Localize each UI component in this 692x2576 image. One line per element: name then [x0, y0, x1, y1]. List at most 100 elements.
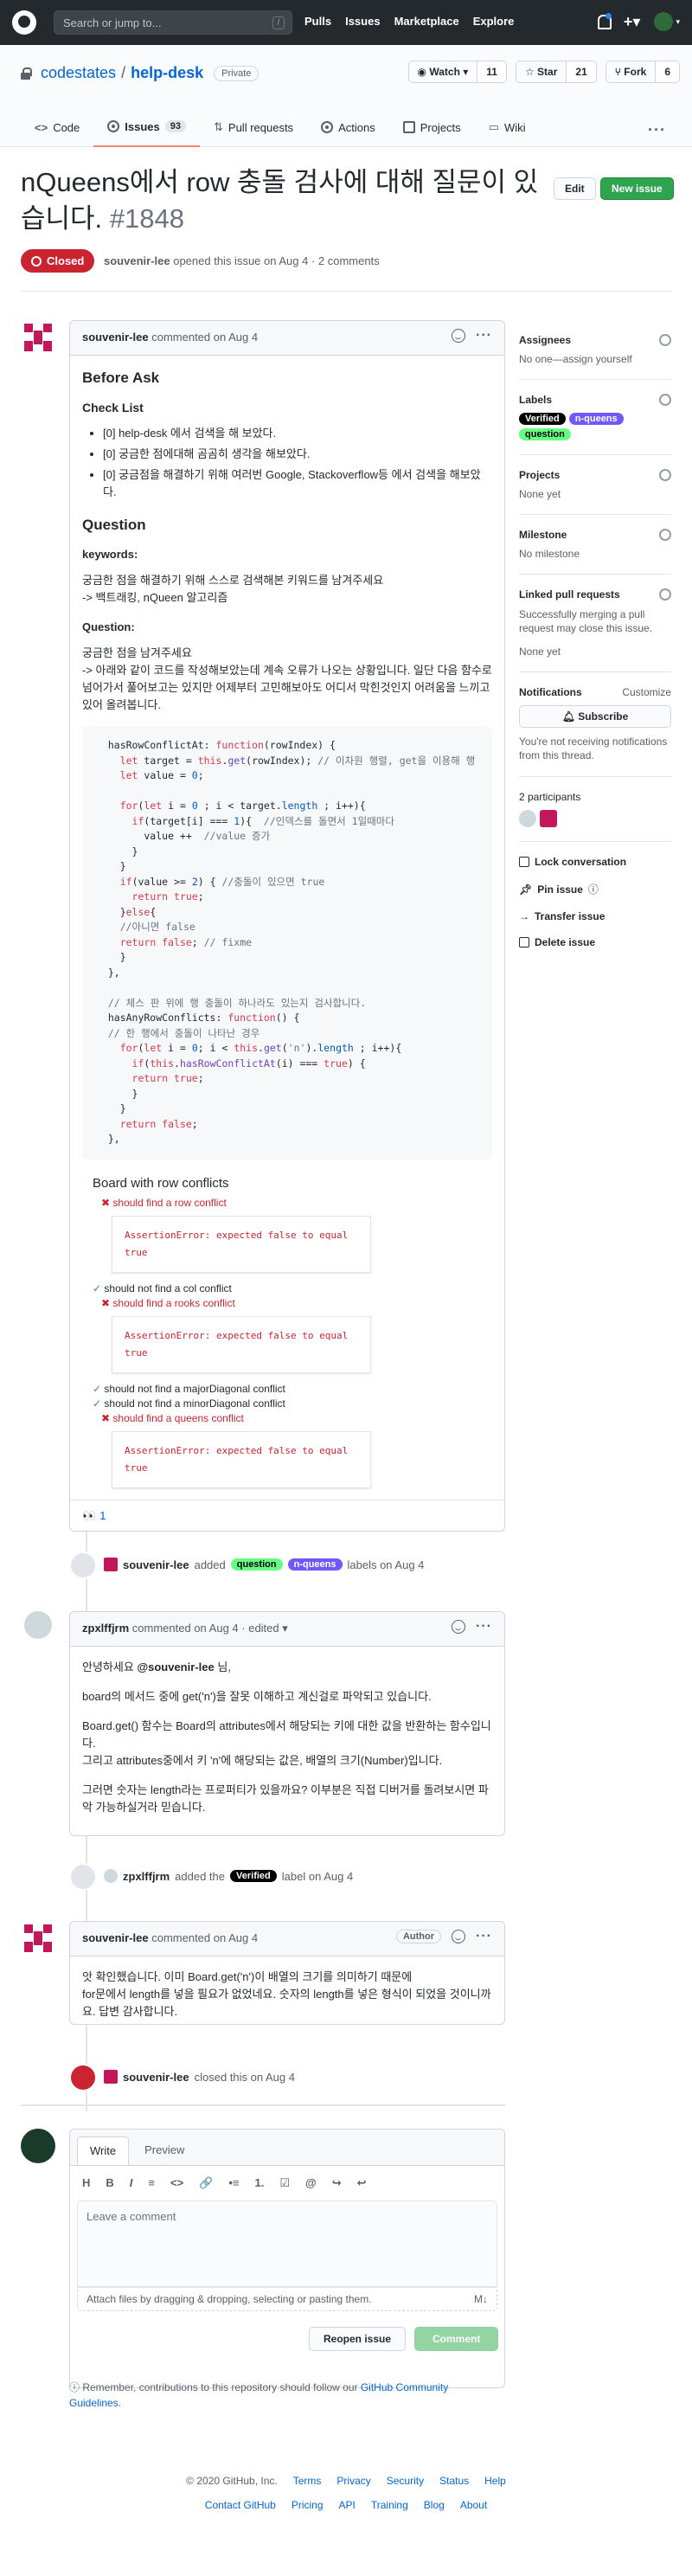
label-verified[interactable]: Verified [230, 1870, 277, 1882]
attach-files-area[interactable]: Attach files by dragging & dropping, sel… [77, 2287, 497, 2311]
event-actor[interactable]: souvenir-lee [123, 2071, 189, 2084]
comment-time[interactable]: commented on Aug 4 [151, 331, 258, 344]
label-n-queens[interactable]: n-queens [568, 413, 624, 425]
reaction-count[interactable]: 1 [99, 1509, 106, 1522]
footer-link-security[interactable]: Security [387, 2475, 424, 2487]
nav-marketplace[interactable]: Marketplace [394, 15, 459, 28]
quote-icon[interactable]: ≡ [148, 2176, 155, 2190]
milestone-heading[interactable]: Milestone [519, 529, 567, 541]
fork-button[interactable]: ⑂ Fork 6 [605, 61, 680, 83]
footer-link-api[interactable]: API [339, 2499, 356, 2511]
footer-link-help[interactable]: Help [484, 2475, 506, 2487]
watch-button[interactable]: ◉ Watch ▾ 11 [407, 61, 507, 83]
bold-icon[interactable]: B [106, 2176, 113, 2190]
avatar[interactable] [24, 1611, 52, 1639]
mention-icon[interactable]: @ [305, 2176, 317, 2190]
numbered-list-icon[interactable]: 1. [255, 2176, 265, 2190]
tab-projects[interactable]: Projects [389, 109, 475, 147]
tab-actions[interactable]: Actions [307, 109, 389, 147]
label-n-queens[interactable]: n-queens [287, 1558, 343, 1571]
heading-icon[interactable]: H [82, 2176, 90, 2190]
comment-button[interactable]: Comment [414, 2327, 499, 2351]
task-list-icon[interactable]: ☑ [279, 2176, 290, 2190]
gear-icon[interactable] [659, 588, 671, 601]
github-logo-icon[interactable] [12, 10, 36, 35]
comment-author[interactable]: zpxlffjrm [82, 1622, 129, 1635]
avatar[interactable] [21, 2129, 55, 2163]
comment-menu-icon[interactable]: ··· [476, 1620, 492, 1634]
labels-heading[interactable]: Labels [519, 394, 552, 406]
more-menu-icon[interactable]: ··· [648, 121, 666, 139]
footer-link-training[interactable]: Training [371, 2499, 408, 2511]
cross-reference-icon[interactable]: ↪ [332, 2176, 342, 2190]
footer-link-privacy[interactable]: Privacy [336, 2475, 370, 2487]
create-new-icon[interactable]: +▾ [624, 13, 641, 31]
gear-icon[interactable] [659, 469, 671, 481]
comment-textarea[interactable]: Leave a comment [77, 2200, 497, 2287]
eyes-icon[interactable]: 👀 [82, 1509, 96, 1523]
tab-wiki[interactable]: ▭ Wiki [475, 109, 540, 147]
event-actor[interactable]: zpxlffjrm [123, 1870, 170, 1883]
avatar[interactable] [104, 1869, 118, 1883]
reply-icon[interactable]: ↩ [357, 2176, 367, 2190]
tab-code[interactable]: <> Code [21, 109, 93, 147]
repo-name-link[interactable]: help-desk [131, 64, 203, 82]
comment-menu-icon[interactable]: ··· [476, 1930, 492, 1943]
comment-author[interactable]: souvenir-lee [82, 1931, 149, 1944]
footer-link-blog[interactable]: Blog [424, 2499, 445, 2511]
edit-title-button[interactable]: Edit [554, 177, 596, 200]
event-actor[interactable]: souvenir-lee [123, 1558, 189, 1571]
add-reaction-icon[interactable] [452, 1930, 466, 1943]
gear-icon[interactable] [659, 394, 671, 406]
link-icon[interactable]: 🔗 [199, 2176, 213, 2190]
participant-avatar[interactable] [540, 810, 557, 827]
comment-menu-icon[interactable]: ··· [476, 329, 492, 343]
watch-count[interactable]: 11 [477, 61, 506, 82]
footer-link-status[interactable]: Status [439, 2475, 469, 2487]
user-mention[interactable]: @souvenir-lee [137, 1661, 214, 1673]
reopen-issue-button[interactable]: Reopen issue [309, 2327, 407, 2351]
assignees-heading[interactable]: Assignees [519, 334, 571, 346]
new-issue-button[interactable]: New issue [600, 177, 674, 200]
italic-icon[interactable]: I [130, 2176, 133, 2190]
participant-avatar[interactable] [519, 810, 536, 827]
fork-count[interactable]: 6 [656, 61, 679, 82]
gear-icon[interactable] [659, 334, 671, 346]
transfer-issue-action[interactable]: → Transfer issue [519, 910, 671, 922]
footer-link-terms[interactable]: Terms [293, 2475, 322, 2487]
nav-issues[interactable]: Issues [345, 15, 380, 28]
footer-link-pricing[interactable]: Pricing [292, 2499, 324, 2511]
linked-prs-heading[interactable]: Linked pull requests [519, 588, 620, 601]
delete-issue-action[interactable]: Delete issue [519, 936, 671, 948]
add-reaction-icon[interactable] [452, 329, 466, 343]
repo-owner-link[interactable]: codestates [41, 64, 116, 82]
issue-author-link[interactable]: souvenir-lee [104, 254, 170, 267]
footer-link-contact[interactable]: Contact GitHub [205, 2499, 276, 2511]
pin-issue-action[interactable]: 📌︎ Pin issue ⓘ [519, 882, 671, 896]
bullet-list-icon[interactable]: •≡ [228, 2176, 239, 2190]
comment-time[interactable]: commented on Aug 4 [151, 1931, 258, 1944]
add-reaction-icon[interactable] [452, 1620, 466, 1634]
nav-explore[interactable]: Explore [473, 15, 515, 28]
search-input[interactable]: Search or jump to... / [54, 10, 292, 35]
tab-preview[interactable]: Preview [132, 2136, 196, 2165]
label-question[interactable]: question [519, 428, 571, 440]
tab-issues[interactable]: Issues 93 [93, 109, 200, 147]
comment-author[interactable]: souvenir-lee [82, 331, 149, 344]
customize-link[interactable]: Customize [622, 686, 671, 698]
projects-heading[interactable]: Projects [519, 469, 560, 481]
lock-conversation-action[interactable]: Lock conversation [519, 856, 671, 868]
tab-write[interactable]: Write [77, 2136, 130, 2165]
info-icon[interactable]: ⓘ [588, 882, 599, 896]
markdown-icon[interactable]: M↓ [474, 2293, 488, 2305]
comment-time[interactable]: commented on Aug 4 · edited [132, 1622, 279, 1635]
gear-icon[interactable] [659, 529, 671, 541]
star-count[interactable]: 21 [567, 61, 596, 82]
code-icon[interactable]: <> [170, 2176, 183, 2190]
label-verified[interactable]: Verified [519, 413, 566, 425]
footer-link-about[interactable]: About [460, 2499, 487, 2511]
user-menu[interactable]: ▾ [654, 12, 680, 31]
avatar[interactable] [21, 320, 55, 355]
notification-bell-icon[interactable] [596, 13, 612, 29]
chevron-down-icon[interactable]: ▾ [282, 1622, 288, 1635]
